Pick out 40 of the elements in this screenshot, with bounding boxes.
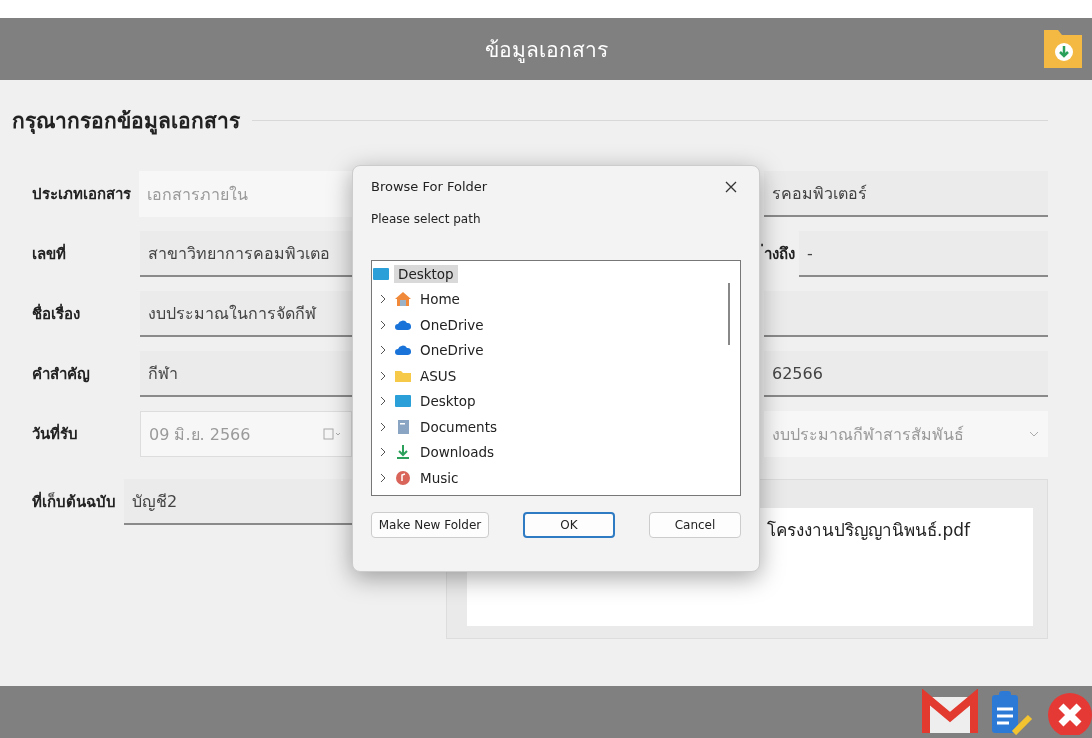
dialog-button[interactable]: Cancel [649, 512, 741, 538]
folder-tree-item[interactable]: Downloads [372, 439, 740, 465]
folder-tree-item[interactable]: Music [372, 465, 740, 491]
download-icon [394, 444, 412, 461]
folder-tree-item[interactable]: ASUS [372, 363, 740, 389]
window-title: ข้อมูลเอกสาร [484, 36, 608, 65]
dialog-title: Browse For Folder [371, 178, 488, 194]
input-field[interactable]: บัญชี2 [124, 479, 352, 525]
field-label: วันที่รับ [32, 422, 79, 445]
scrollbar-thumb[interactable] [728, 283, 730, 345]
input-field[interactable]: งบประมาณในการจัดกีฬ [140, 291, 352, 337]
input-field[interactable]: สาขาวิทยาการคอมพิวเตอ [140, 231, 352, 277]
home-icon [394, 291, 412, 308]
monitor-icon [394, 393, 412, 410]
music-icon [394, 469, 412, 486]
calendar-icon [323, 427, 343, 441]
monitor-icon [372, 265, 390, 282]
folder-tree-item[interactable]: Desktop [372, 388, 740, 414]
close-icon [725, 180, 737, 193]
field-label: ชื่อเรื่อง [32, 302, 81, 325]
field-label: คำสำคัญ [32, 364, 91, 385]
dialog-button[interactable]: OK [523, 512, 615, 538]
chevron-down-icon [1028, 430, 1040, 438]
input-field[interactable] [764, 291, 1048, 337]
input-field[interactable]: รคอมพิวเตอร์ [764, 171, 1048, 217]
folder-tree-item[interactable]: Home [372, 286, 740, 312]
dialog-button[interactable]: Make New Folder [371, 512, 489, 538]
folder-tree-item[interactable]: OneDrive [372, 312, 740, 338]
folder-tree-item[interactable]: Documents [372, 414, 740, 440]
field-label: ประเภทเอกสาร [32, 184, 131, 205]
input-field[interactable]: - [799, 231, 1048, 277]
mail-icon[interactable] [922, 689, 978, 735]
input-field[interactable]: 62566 [764, 351, 1048, 397]
folder-tree-item[interactable]: OneDrive [372, 337, 740, 363]
folder-tree-item[interactable]: Desktop [372, 261, 740, 287]
section-heading: กรุณากรอกข้อมูลเอกสาร [12, 108, 240, 137]
input-field[interactable]: กีฬา [140, 351, 352, 397]
dialog-prompt: Please select path [371, 212, 482, 226]
field-label: เลขที่ [32, 242, 67, 265]
field-label: ที่เก็บต้นฉบับ [32, 490, 116, 513]
